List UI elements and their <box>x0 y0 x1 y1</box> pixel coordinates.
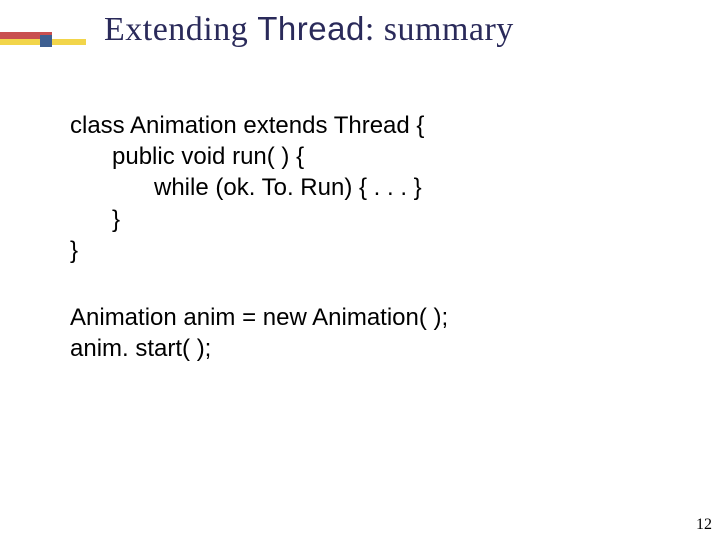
title-text-1: Extending <box>104 11 257 48</box>
slide-body: class Animation extends Thread { public … <box>70 110 448 364</box>
slide: Extending Thread: summary class Animatio… <box>0 0 720 540</box>
title-text-3: : summary <box>365 11 514 48</box>
accent-bars <box>0 32 86 52</box>
slide-title: Extending Thread: summary <box>104 10 514 49</box>
code-line: public void run( ) { <box>70 141 448 172</box>
code-block-1: class Animation extends Thread { public … <box>70 110 448 266</box>
code-line: } <box>70 235 448 266</box>
code-line: while (ok. To. Run) { . . . } <box>70 172 448 203</box>
code-line: Animation anim = new Animation( ); <box>70 302 448 333</box>
page-number: 12 <box>696 516 712 534</box>
code-line: } <box>70 204 448 235</box>
code-block-2: Animation anim = new Animation( ); anim.… <box>70 302 448 364</box>
title-text-thread: Thread <box>257 10 365 47</box>
code-line: anim. start( ); <box>70 333 448 364</box>
accent-bar-blue <box>40 35 52 47</box>
code-line: class Animation extends Thread { <box>70 110 448 141</box>
